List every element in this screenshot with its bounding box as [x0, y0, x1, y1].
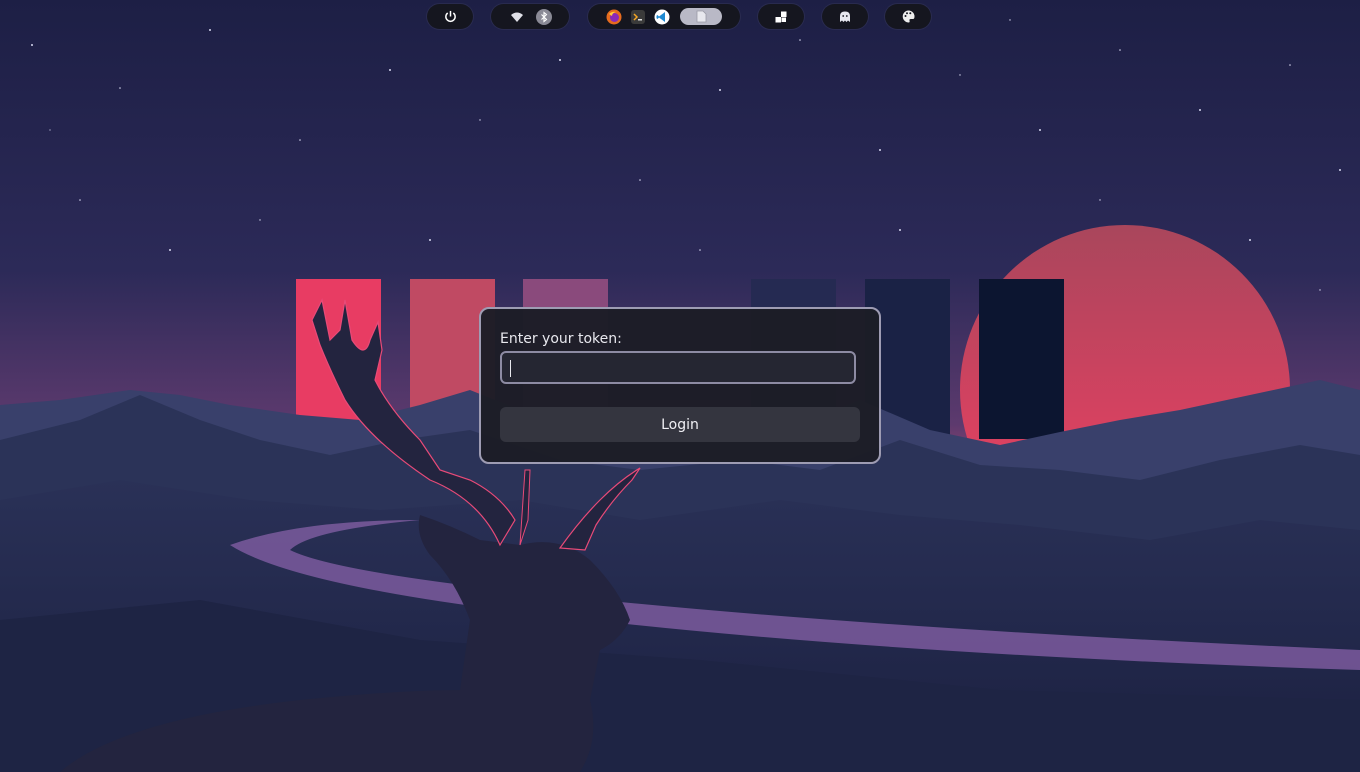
terminal-app-icon[interactable] — [629, 8, 647, 26]
bluetooth-icon[interactable] — [535, 8, 553, 26]
theme-pill[interactable] — [885, 4, 931, 29]
workspace-icon[interactable] — [772, 8, 790, 26]
wifi-icon[interactable] — [508, 8, 526, 26]
power-pill[interactable] — [427, 4, 473, 29]
text-caret — [510, 360, 511, 377]
apps-pill[interactable] — [588, 4, 740, 29]
active-window-indicator[interactable] — [680, 8, 722, 25]
palette-icon[interactable] — [899, 8, 917, 26]
network-pill[interactable] — [491, 4, 569, 29]
token-label: Enter your token: — [500, 331, 622, 347]
document-icon — [696, 10, 706, 23]
token-input[interactable] — [500, 351, 856, 384]
firefox-icon[interactable] — [605, 8, 623, 26]
power-icon[interactable] — [441, 8, 459, 26]
login-button[interactable]: Login — [500, 407, 860, 442]
token-login-dialog: Enter your token: Login — [479, 307, 881, 464]
workspace-pill[interactable] — [758, 4, 804, 29]
ghost-pill[interactable] — [822, 4, 868, 29]
vscode-icon[interactable] — [653, 8, 671, 26]
ghost-icon[interactable] — [836, 8, 854, 26]
